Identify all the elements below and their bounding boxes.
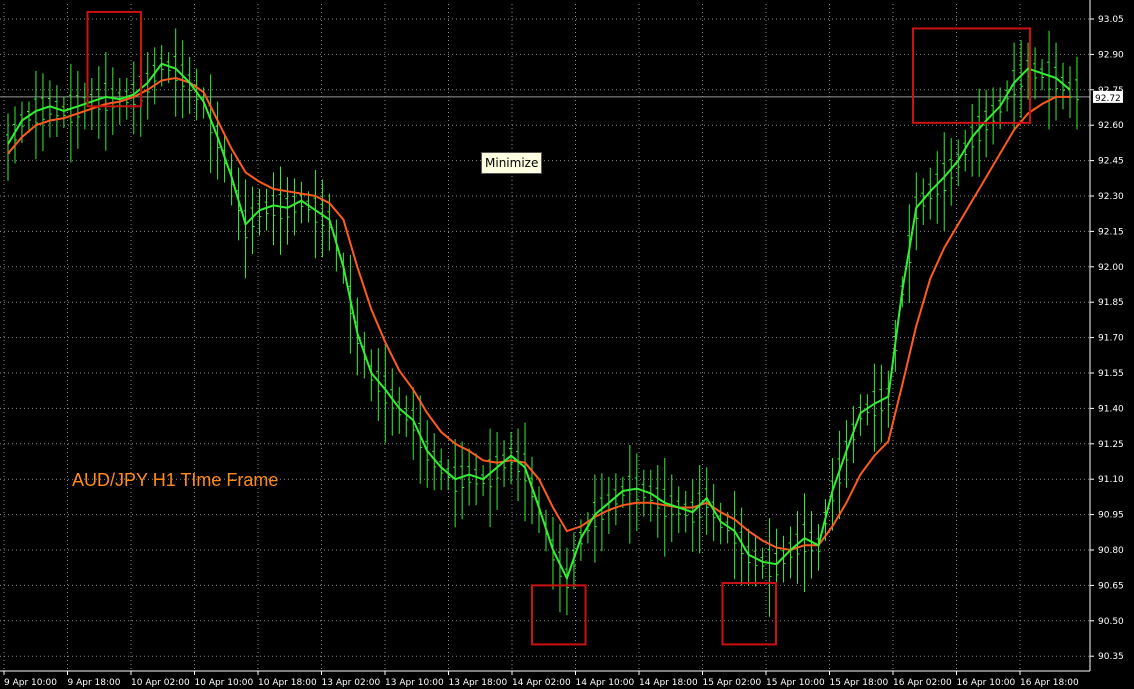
highlight-box-bottom-right <box>721 582 777 646</box>
y-tick-label: 92.00 <box>1098 263 1124 273</box>
y-tick-label: 90.95 <box>1098 511 1124 521</box>
y-tick-label: 90.35 <box>1098 652 1124 662</box>
x-tick-label: 16 Apr 18:00 <box>1020 678 1079 688</box>
y-tick-label: 92.30 <box>1098 192 1124 202</box>
highlight-box-bottom-middle <box>531 584 587 646</box>
x-tick-label: 15 Apr 18:00 <box>830 678 889 688</box>
y-tick-label: 91.85 <box>1098 298 1124 308</box>
x-tick-label: 16 Apr 10:00 <box>957 678 1016 688</box>
minimize-tooltip: Minimize <box>481 152 543 174</box>
highlight-box-top-left <box>86 10 142 108</box>
current-price-label: 92.72 <box>1095 94 1121 104</box>
x-tick-label: 10 Apr 10:00 <box>195 678 254 688</box>
highlight-box-top-right <box>912 27 1031 124</box>
x-tick-label: 14 Apr 18:00 <box>639 678 698 688</box>
x-tick-label: 15 Apr 10:00 <box>766 678 825 688</box>
x-tick-label: 13 Apr 02:00 <box>322 678 381 688</box>
x-tick-label: 10 Apr 18:00 <box>258 678 317 688</box>
chart-grid <box>0 4 1090 671</box>
x-tick-label: 14 Apr 10:00 <box>576 678 635 688</box>
x-tick-label: 14 Apr 02:00 <box>512 678 571 688</box>
y-tick-label: 91.70 <box>1098 334 1124 344</box>
x-tick-label: 10 Apr 02:00 <box>131 678 190 688</box>
y-tick-label: 91.55 <box>1098 369 1124 379</box>
x-tick-label: 16 Apr 02:00 <box>893 678 952 688</box>
y-tick-label: 91.10 <box>1098 475 1124 485</box>
y-tick-label: 90.50 <box>1098 617 1124 627</box>
x-tick-label: 13 Apr 10:00 <box>385 678 444 688</box>
y-tick-label: 92.60 <box>1098 121 1124 131</box>
y-tick-label: 92.45 <box>1098 157 1124 167</box>
y-tick-label: 91.40 <box>1098 404 1124 414</box>
x-tick-label: 9 Apr 10:00 <box>4 678 57 688</box>
y-tick-label: 92.15 <box>1098 227 1124 237</box>
x-tick-label: 15 Apr 02:00 <box>703 678 762 688</box>
y-tick-label: 93.05 <box>1098 15 1124 25</box>
y-tick-label: 91.25 <box>1098 440 1124 450</box>
y-tick-label: 92.90 <box>1098 50 1124 60</box>
x-tick-label: 9 Apr 18:00 <box>68 678 121 688</box>
y-tick-label: 90.80 <box>1098 546 1124 556</box>
y-tick-label: 90.65 <box>1098 581 1124 591</box>
chart-title: AUD/JPY H1 TIme Frame <box>72 470 278 490</box>
x-tick-label: 13 Apr 18:00 <box>449 678 508 688</box>
price-chart[interactable]: 93.0592.9092.7592.6092.4592.3092.1592.00… <box>0 0 1134 689</box>
